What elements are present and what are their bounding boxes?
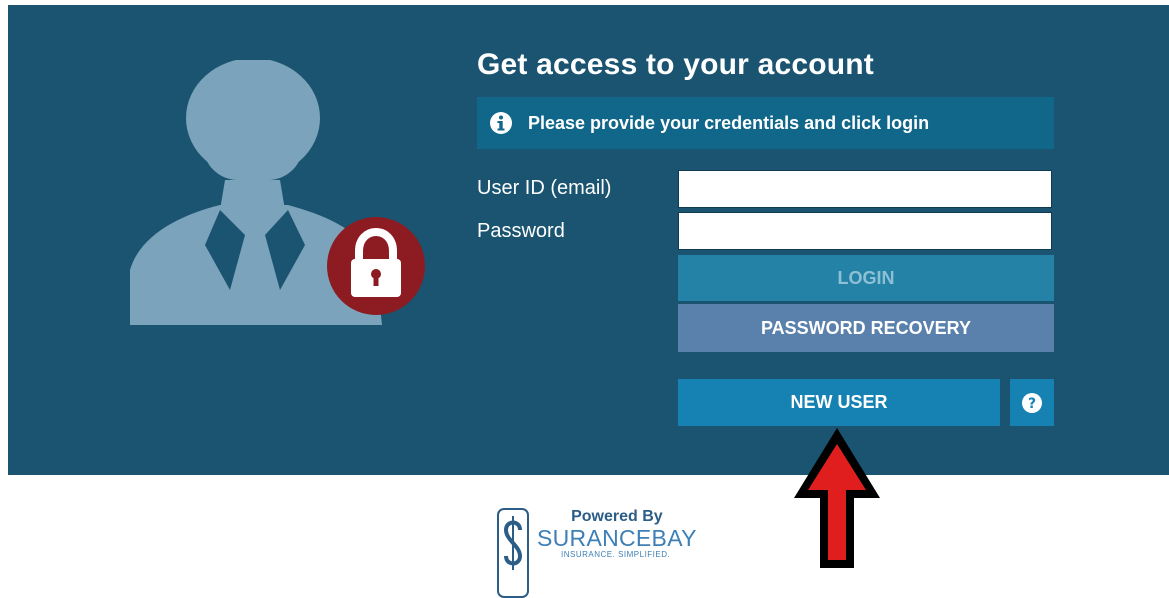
new-user-button[interactable]: NEW USER: [678, 379, 1000, 426]
user-id-input[interactable]: [678, 170, 1052, 208]
login-button[interactable]: LOGIN: [678, 255, 1054, 301]
surancebay-logo-icon: [497, 508, 529, 598]
logo-text: Powered By SURANCEBAY INSURANCE. SIMPLIF…: [529, 508, 697, 559]
password-input[interactable]: [678, 212, 1052, 250]
info-banner: Please provide your credentials and clic…: [477, 97, 1054, 149]
up-arrow-icon: [794, 428, 880, 568]
page-title: Get access to your account: [477, 48, 875, 81]
password-recovery-button[interactable]: PASSWORD RECOVERY: [678, 304, 1054, 352]
powered-by-text: Powered By: [571, 508, 663, 525]
powered-by-logo: Powered By SURANCEBAY INSURANCE. SIMPLIF…: [497, 508, 697, 598]
user-id-label: User ID (email): [477, 177, 612, 199]
lock-icon: [327, 217, 425, 315]
brand-tagline: INSURANCE. SIMPLIFIED.: [561, 550, 671, 559]
password-label: Password: [477, 220, 565, 242]
help-button[interactable]: ?: [1010, 379, 1054, 426]
question-circle-icon: ?: [1022, 392, 1042, 413]
brand-name: SURANCEBAY: [537, 525, 697, 551]
help-glyph: ?: [1028, 396, 1036, 412]
info-message: Please provide your credentials and clic…: [528, 112, 930, 133]
info-circle-icon: [490, 112, 512, 134]
